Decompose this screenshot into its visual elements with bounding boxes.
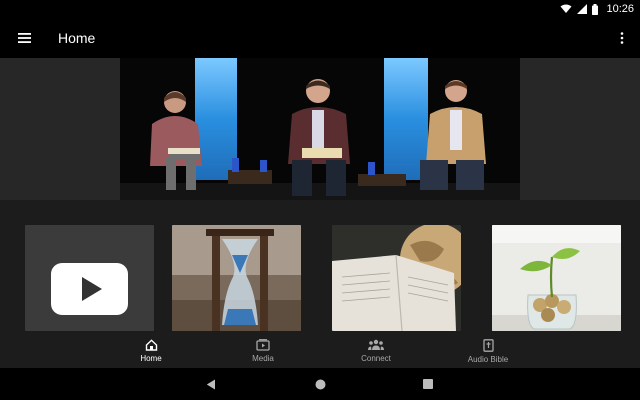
- recents-square-icon: [423, 379, 433, 389]
- hero-image: [120, 58, 520, 200]
- bottom-navigation: Home Media Connect Audio Bible: [0, 334, 640, 368]
- home-icon: [145, 339, 157, 351]
- connect-icon: [368, 339, 384, 350]
- nav-label-media: Media: [252, 354, 274, 363]
- media-grid: [0, 200, 640, 334]
- app-bar: Home: [0, 18, 640, 58]
- menu-button[interactable]: [0, 18, 48, 58]
- media-card-hourglass[interactable]: [172, 225, 301, 331]
- bible-icon: [482, 338, 494, 352]
- nav-label-home: Home: [140, 354, 162, 363]
- signal-icon: [577, 4, 588, 14]
- media-card-video[interactable]: [25, 225, 154, 331]
- plant-image: [492, 225, 621, 331]
- recents-button[interactable]: [418, 374, 438, 394]
- nav-item-connect[interactable]: Connect: [336, 334, 416, 368]
- nav-item-home[interactable]: Home: [111, 334, 191, 368]
- hourglass-image: [172, 225, 301, 331]
- nav-item-audio-bible[interactable]: Audio Bible: [448, 334, 528, 368]
- page-title: Home: [58, 30, 96, 46]
- hero-video[interactable]: [120, 58, 520, 200]
- clock: 10:26: [606, 3, 634, 15]
- overflow-menu-button[interactable]: [604, 18, 640, 58]
- system-navigation-bar: [0, 368, 640, 400]
- nav-label-audio-bible: Audio Bible: [467, 354, 509, 364]
- home-circle-icon: [315, 379, 325, 389]
- wifi-icon: [560, 4, 572, 13]
- home-system-button[interactable]: [310, 374, 330, 394]
- media-card-globe-book[interactable]: [332, 225, 461, 331]
- back-triangle-icon: [206, 379, 215, 389]
- globe-book-image: [332, 225, 461, 331]
- play-icon: [51, 263, 128, 315]
- status-bar: 10:26: [0, 0, 640, 18]
- hamburger-icon: [17, 33, 31, 43]
- back-button[interactable]: [201, 374, 221, 394]
- media-icon: [256, 339, 270, 351]
- hero-banner: [0, 58, 640, 200]
- more-vert-icon: [620, 32, 624, 44]
- nav-label-connect: Connect: [361, 354, 391, 363]
- media-card-plant[interactable]: [492, 225, 621, 331]
- battery-icon: [592, 3, 599, 15]
- nav-item-media[interactable]: Media: [223, 334, 303, 368]
